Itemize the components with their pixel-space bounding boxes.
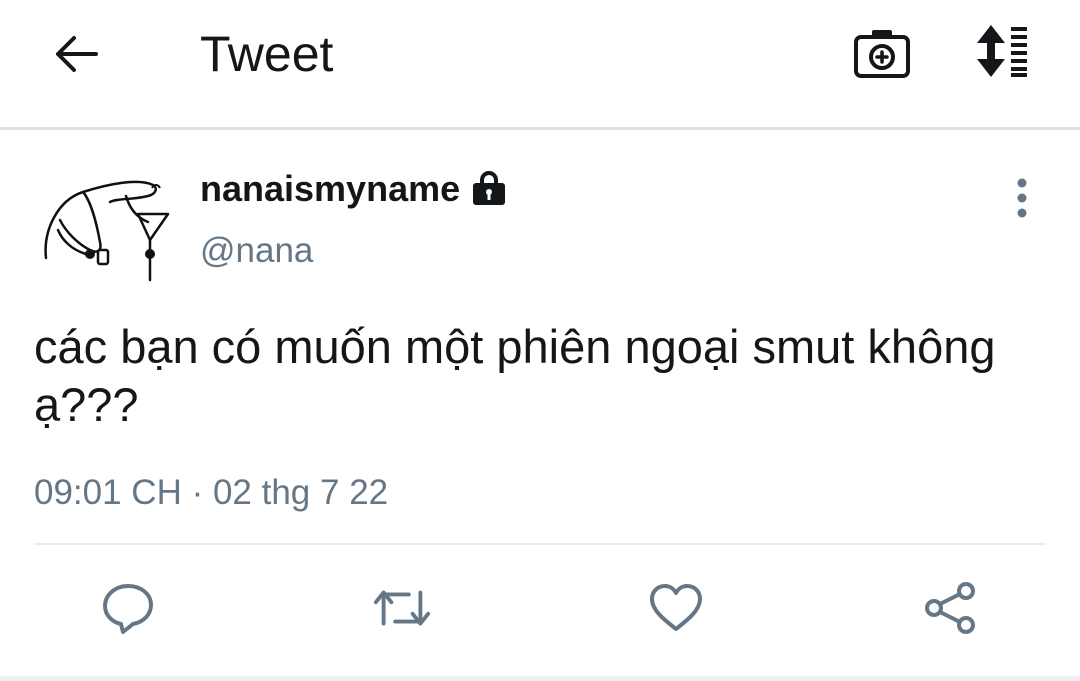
lock-icon <box>473 171 506 205</box>
share-button[interactable] <box>920 578 980 638</box>
retweet-button[interactable] <box>372 578 432 638</box>
actions-divider <box>34 543 1046 545</box>
back-button[interactable] <box>46 24 106 84</box>
retweet-icon <box>373 590 431 626</box>
display-name-text: nanaismyname <box>200 168 461 209</box>
sort-list-icon <box>977 25 1027 77</box>
more-vertical-icon <box>1017 178 1027 218</box>
heart-icon <box>650 584 702 631</box>
bottom-edge <box>0 676 1080 681</box>
reply-button[interactable] <box>98 578 158 638</box>
sort-button[interactable] <box>970 20 1054 82</box>
doodle-avatar-image <box>44 180 170 282</box>
tweet-timestamp: 09:01 CH · 02 thg 7 22 <box>34 473 389 512</box>
like-button[interactable] <box>646 578 706 638</box>
arrow-left-icon <box>56 36 98 72</box>
share-icon <box>925 582 975 634</box>
app-bar: Tweet <box>0 0 1080 128</box>
camera-button[interactable] <box>848 22 916 84</box>
author-display-name[interactable]: nanaismyname <box>200 166 508 212</box>
page-title: Tweet <box>200 26 334 82</box>
more-options-button[interactable] <box>1000 170 1044 226</box>
camera-plus-icon <box>854 30 910 78</box>
tweet-text: các bạn có muốn một phiên ngoại smut khô… <box>34 320 996 431</box>
author-handle[interactable]: @nana <box>200 228 313 274</box>
avatar[interactable] <box>38 170 183 285</box>
comment-icon <box>103 584 153 634</box>
header-divider <box>0 127 1080 130</box>
